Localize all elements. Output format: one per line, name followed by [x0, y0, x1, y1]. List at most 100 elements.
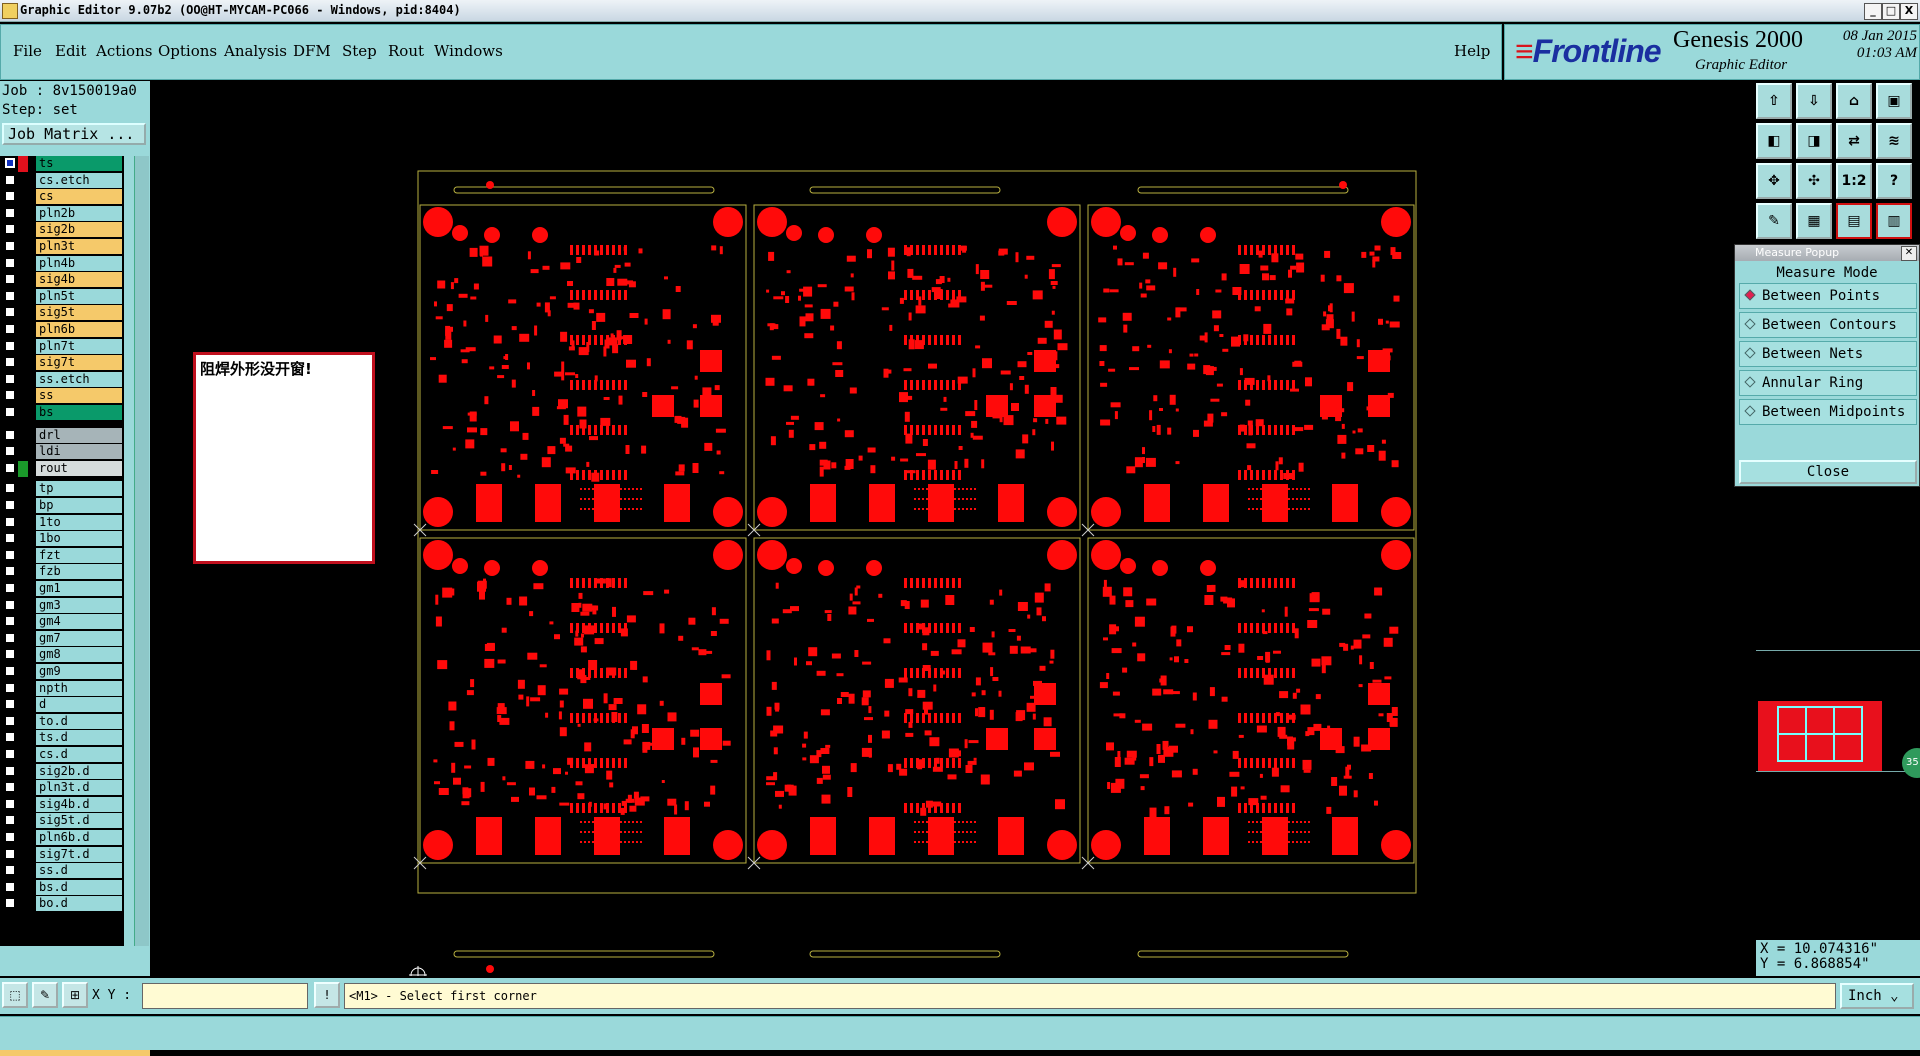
- layer-display-icon[interactable]: ▤: [1836, 203, 1872, 239]
- layer-row-ss-etch[interactable]: ss.etch: [2, 371, 122, 388]
- layer-checkbox[interactable]: [5, 429, 15, 440]
- mode-between-nets[interactable]: Between Nets: [1739, 341, 1917, 367]
- layer-name[interactable]: sig4b: [36, 272, 122, 288]
- zoom-fit-icon[interactable]: ✥: [1756, 163, 1792, 199]
- layer-name[interactable]: fzt: [36, 547, 122, 563]
- layer-checkbox[interactable]: [5, 483, 15, 494]
- layer-row-ldi[interactable]: ldi: [2, 444, 122, 460]
- layer-checkbox[interactable]: [5, 241, 15, 251]
- layer-name[interactable]: to.d: [36, 713, 122, 729]
- layer-checkbox[interactable]: [5, 324, 15, 334]
- layer-row-rout[interactable]: rout: [2, 460, 122, 477]
- snap-icon[interactable]: ≋: [1876, 123, 1912, 159]
- layer-checkbox[interactable]: [5, 224, 15, 235]
- layer-name[interactable]: pln3t.d: [36, 780, 122, 796]
- layer-row-pln5t[interactable]: pln5t: [2, 288, 122, 305]
- menu-file[interactable]: File: [13, 42, 42, 60]
- layer-row-tp[interactable]: tp: [2, 481, 122, 497]
- layer-row-cs-etch[interactable]: cs.etch: [2, 172, 122, 189]
- layer-checkbox[interactable]: [5, 699, 15, 710]
- layer-checkbox[interactable]: [5, 632, 15, 643]
- layer-checkbox[interactable]: [5, 765, 15, 776]
- layer-checkbox[interactable]: [5, 446, 15, 457]
- layer-row-pln6b[interactable]: pln6b: [2, 322, 122, 338]
- layer-scrollbar[interactable]: [134, 156, 149, 946]
- layer-checkbox[interactable]: [5, 158, 15, 168]
- job-matrix-button[interactable]: Job Matrix ...: [2, 123, 146, 145]
- edit-mode-icon[interactable]: ✎: [32, 982, 58, 1008]
- layer-name[interactable]: sig2b.d: [36, 763, 122, 779]
- layer-name[interactable]: pln6b: [36, 322, 122, 337]
- layer-name[interactable]: pln2b: [36, 205, 122, 221]
- layer-name[interactable]: cs.etch: [36, 172, 122, 188]
- layer-name[interactable]: gm3: [36, 597, 122, 613]
- layer-row-npth[interactable]: npth: [2, 680, 122, 697]
- layer-checkbox[interactable]: [5, 566, 15, 577]
- grid-toggle-icon[interactable]: ⊞: [62, 982, 88, 1008]
- menu-edit[interactable]: Edit: [55, 42, 86, 60]
- layer-row-pln3t[interactable]: pln3t: [2, 239, 122, 255]
- layer-name[interactable]: gm7: [36, 630, 122, 646]
- layer-checkbox[interactable]: [5, 174, 15, 185]
- layer-row-bo-d[interactable]: bo.d: [2, 896, 122, 912]
- layer-checkbox[interactable]: [5, 257, 15, 268]
- layer-row-sig2b[interactable]: sig2b: [2, 222, 122, 238]
- menu-analysis[interactable]: Analysis: [224, 42, 287, 60]
- layer-name[interactable]: gm9: [36, 664, 122, 679]
- layer-checkbox[interactable]: [5, 682, 15, 693]
- layer-row-pln4b[interactable]: pln4b: [2, 255, 122, 272]
- menu-help[interactable]: Help: [1454, 42, 1490, 60]
- layer-checkbox[interactable]: [5, 191, 15, 202]
- layer-row-1bo[interactable]: 1bo: [2, 531, 122, 547]
- mode-annular-ring[interactable]: Annular Ring: [1739, 370, 1917, 396]
- layer-row-bs[interactable]: bs: [2, 405, 122, 421]
- layer-checkbox[interactable]: [5, 749, 15, 759]
- mode-between-midpoints[interactable]: Between Midpoints: [1739, 399, 1917, 425]
- pan-left-icon[interactable]: ◧: [1756, 123, 1792, 159]
- xy-input[interactable]: [142, 983, 308, 1009]
- zoom-center-icon[interactable]: ✣: [1796, 163, 1832, 199]
- help-icon[interactable]: ?: [1876, 163, 1912, 199]
- graphics-canvas[interactable]: [150, 81, 1750, 976]
- layer-row-sig7t[interactable]: sig7t: [2, 355, 122, 371]
- layer-checkbox[interactable]: [5, 599, 15, 610]
- layer-row-fzb[interactable]: fzb: [2, 564, 122, 580]
- layer-name[interactable]: ldi: [36, 444, 122, 460]
- layer-name[interactable]: 1to: [36, 514, 122, 530]
- home-up-icon[interactable]: ⇧: [1756, 83, 1792, 119]
- menu-dfm[interactable]: DFM: [293, 42, 331, 60]
- layer-name[interactable]: ts: [36, 156, 122, 171]
- layer-row-bs-d[interactable]: bs.d: [2, 879, 122, 896]
- layer-name[interactable]: cs: [36, 189, 122, 205]
- layer-row-ts-d[interactable]: ts.d: [2, 730, 122, 746]
- layer-checkbox[interactable]: [5, 274, 15, 285]
- layer-checkbox[interactable]: [5, 516, 15, 527]
- layer-name[interactable]: bs.d: [36, 879, 122, 895]
- layer-name[interactable]: cs.d: [36, 747, 122, 762]
- layer-checkbox[interactable]: [5, 583, 15, 593]
- layer-checkbox[interactable]: [5, 500, 15, 510]
- mode-between-contours[interactable]: Between Contours: [1739, 312, 1917, 338]
- snap-mode-icon[interactable]: ⬚: [2, 982, 28, 1008]
- layer-name[interactable]: fzb: [36, 564, 122, 580]
- zoom-badge[interactable]: 35: [1902, 748, 1920, 778]
- close-window-button[interactable]: X: [1900, 3, 1918, 20]
- overview-map[interactable]: [1756, 650, 1920, 772]
- layer-row-pln6b-d[interactable]: pln6b.d: [2, 830, 122, 846]
- layer-row-ss-d[interactable]: ss.d: [2, 863, 122, 879]
- layer-checkbox[interactable]: [5, 798, 15, 809]
- layer-row-fzt[interactable]: fzt: [2, 547, 122, 564]
- layer-name[interactable]: bo.d: [36, 896, 122, 912]
- home-icon[interactable]: ⌂: [1836, 83, 1872, 119]
- window-icon[interactable]: ▣: [1876, 83, 1912, 119]
- layer-row-gm1[interactable]: gm1: [2, 581, 122, 597]
- layer-checkbox[interactable]: [5, 782, 15, 793]
- layer-checkbox[interactable]: [5, 207, 15, 218]
- layer-checkbox[interactable]: [5, 307, 15, 318]
- layer-row-1to[interactable]: 1to: [2, 514, 122, 531]
- menu-step[interactable]: Step: [342, 42, 377, 60]
- layer-row-sig4b-d[interactable]: sig4b.d: [2, 796, 122, 813]
- layer-name[interactable]: sig7t: [36, 355, 122, 371]
- grid-icon[interactable]: ▦: [1796, 203, 1832, 239]
- layer-checkbox[interactable]: [5, 848, 15, 859]
